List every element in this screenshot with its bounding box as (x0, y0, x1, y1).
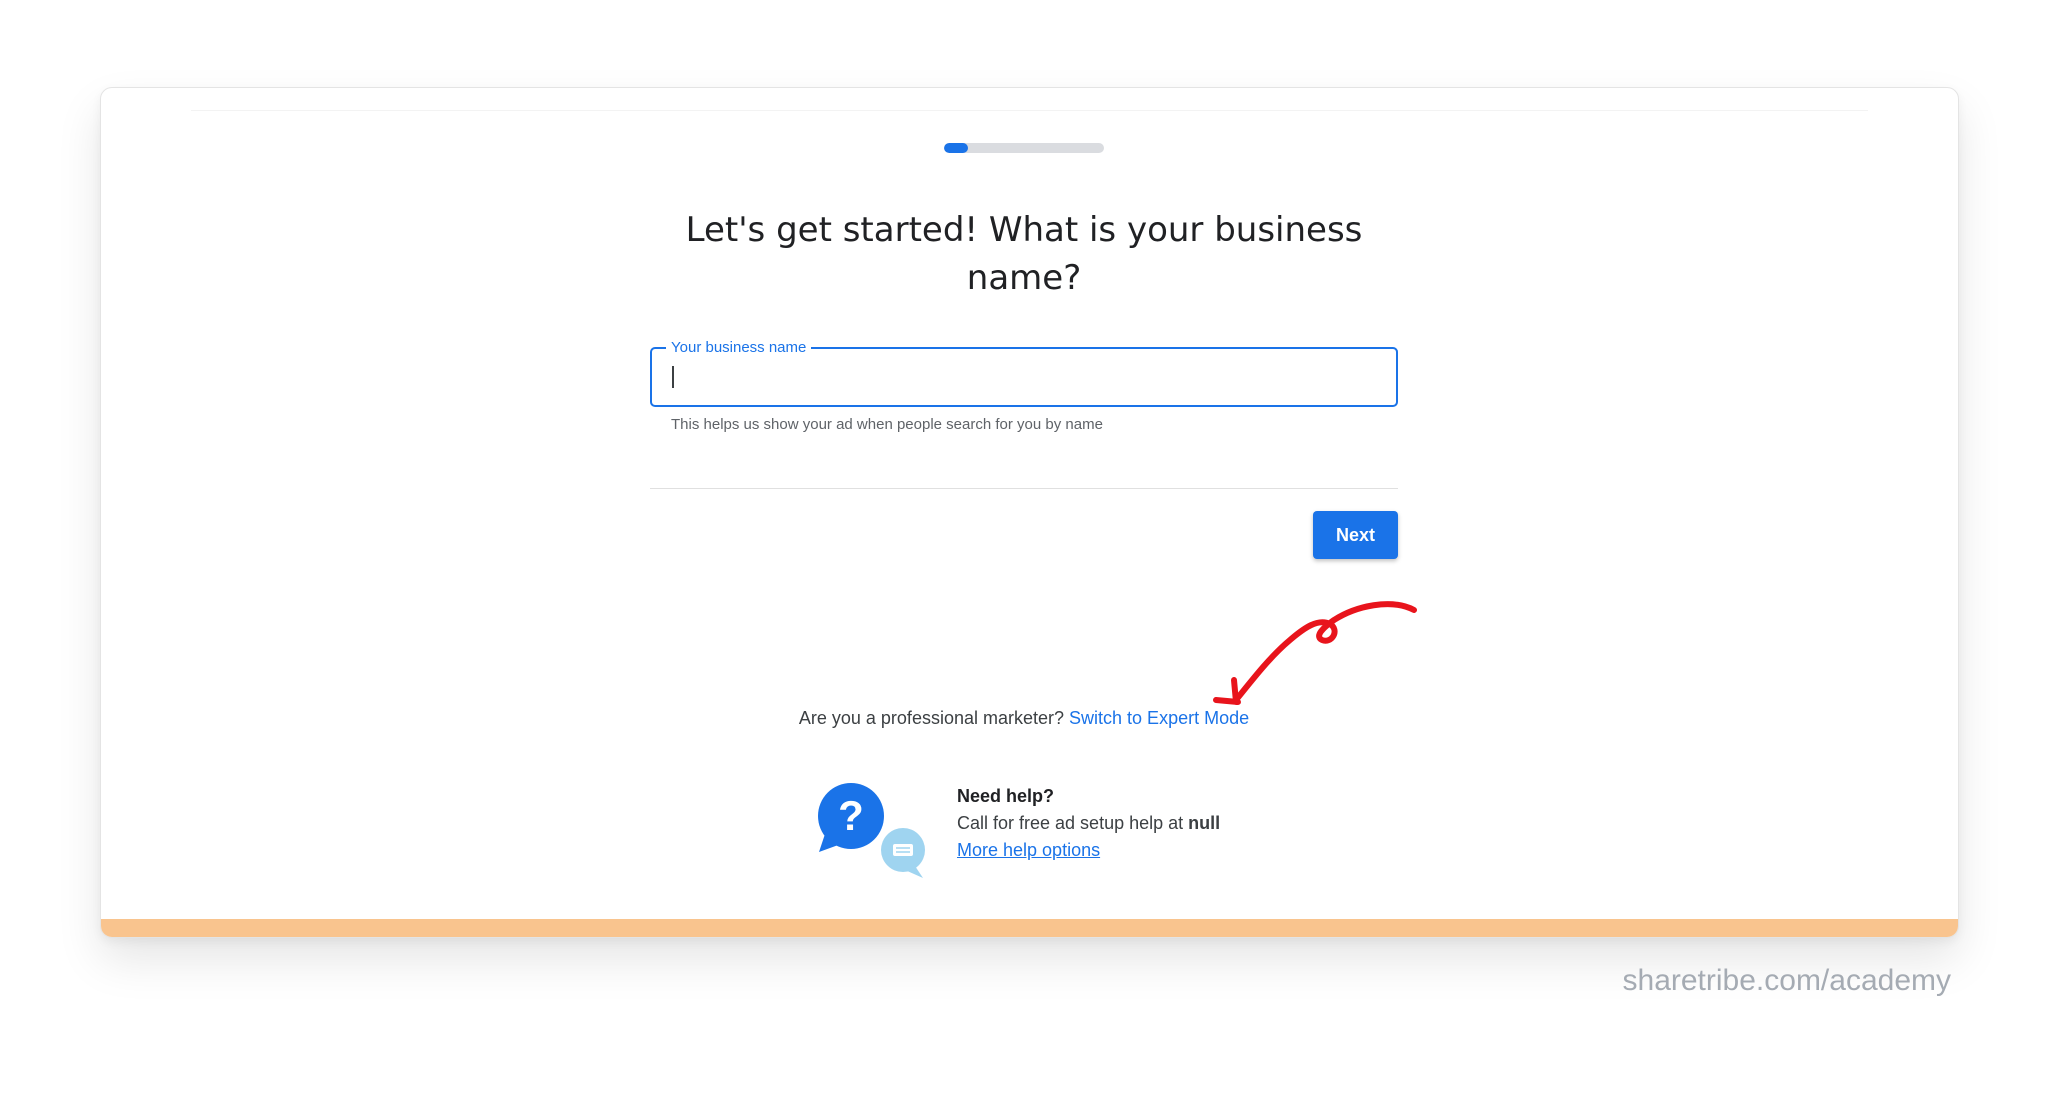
business-name-helper-text: This helps us show your ad when people s… (671, 416, 1103, 433)
watermark-text: sharetribe.com/academy (1622, 964, 1951, 997)
svg-text:?: ? (838, 792, 864, 839)
screenshot-stage: Let's get started! What is your business… (0, 0, 2048, 1094)
switch-to-expert-mode-link[interactable]: Switch to Expert Mode (1069, 708, 1249, 728)
help-call-text: Call for free ad setup help at (957, 813, 1184, 833)
business-name-input[interactable] (670, 363, 1370, 389)
expert-mode-prompt: Are you a professional marketer? (798, 708, 1065, 728)
setup-progress-fill (944, 143, 968, 153)
card-top-divider (191, 110, 1868, 111)
next-button[interactable]: Next (1313, 511, 1398, 559)
business-name-field[interactable]: Your business name (650, 339, 1398, 407)
business-name-label: Your business name (666, 339, 812, 357)
setup-progress-bar (944, 143, 1104, 153)
red-arrow-annotation (1213, 601, 1417, 705)
more-help-options-link[interactable]: More help options (957, 840, 1100, 860)
expert-mode-line: Are you a professional marketer? Switch … (701, 708, 1347, 729)
help-call-line: Call for free ad setup help at null (957, 810, 1220, 837)
setup-card: Let's get started! What is your business… (100, 87, 1959, 938)
help-phone-number: null (1188, 813, 1221, 833)
help-title: Need help? (957, 786, 1055, 806)
card-accent-bar (101, 919, 1958, 937)
help-panel: Need help? Call for free ad setup help a… (957, 783, 1220, 864)
text-caret (672, 366, 674, 388)
help-chat-bubbles-icon: ? (818, 783, 925, 878)
page-title: Let's get started! What is your business… (685, 209, 1363, 298)
form-divider (650, 488, 1398, 489)
